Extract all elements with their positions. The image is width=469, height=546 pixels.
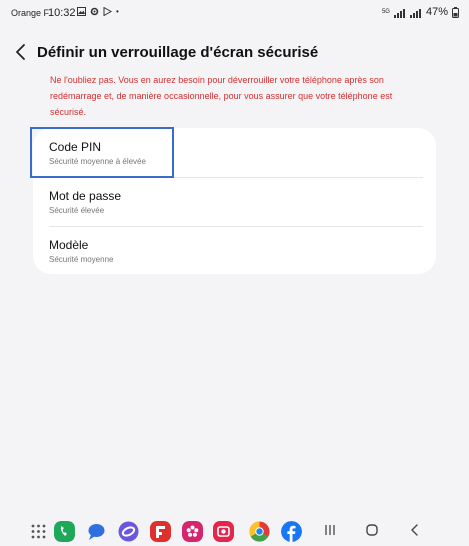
- home-button[interactable]: [366, 524, 378, 536]
- back-button[interactable]: [409, 524, 421, 536]
- carrier-label: Orange F: [11, 8, 50, 18]
- blossom-icon[interactable]: [182, 521, 203, 542]
- system-icons: 5G 47%: [382, 6, 459, 18]
- camera-icon[interactable]: [213, 521, 234, 542]
- flipboard-icon[interactable]: [150, 521, 171, 542]
- signal-icon: [393, 6, 406, 18]
- option-password[interactable]: Mot de passe Sécurité élevée: [33, 177, 436, 226]
- warning-message: Ne l'oubliez pas. Vous en aurez besoin p…: [50, 75, 393, 117]
- battery-icon: [452, 6, 459, 18]
- taskbar: [0, 514, 469, 546]
- option-pattern[interactable]: Modèle Sécurité moyenne: [33, 226, 436, 275]
- chrome-icon[interactable]: [249, 521, 270, 542]
- play-store-icon: [103, 7, 112, 16]
- settings-icon: [90, 7, 99, 16]
- header: Définir un verrouillage d'écran sécurisé: [0, 36, 469, 70]
- gallery-icon: [77, 7, 86, 16]
- clock: 10:32: [48, 7, 76, 19]
- option-password-sub: Sécurité élevée: [49, 206, 105, 215]
- option-password-label: Mot de passe: [49, 189, 122, 203]
- dot-icon: •: [116, 7, 119, 16]
- page-title: Définir un verrouillage d'écran sécurisé: [37, 44, 319, 61]
- app-drawer-icon[interactable]: [28, 521, 49, 542]
- network-label: 5G: [381, 9, 390, 15]
- option-pattern-sub: Sécurité moyenne: [49, 255, 114, 264]
- internet-icon[interactable]: [118, 521, 139, 542]
- status-bar: Orange F 10:32 • 5G 47%: [0, 0, 469, 26]
- messages-icon[interactable]: [86, 521, 107, 542]
- phone-icon[interactable]: [54, 521, 75, 542]
- notification-icons: •: [77, 7, 119, 16]
- battery-percent: 47%: [425, 6, 448, 18]
- recents-button[interactable]: [324, 524, 336, 536]
- back-arrow-icon[interactable]: [12, 42, 32, 62]
- signal-icon-2: [409, 6, 422, 18]
- selection-highlight: [30, 127, 174, 178]
- option-pattern-label: Modèle: [49, 238, 89, 252]
- facebook-icon[interactable]: [281, 521, 302, 542]
